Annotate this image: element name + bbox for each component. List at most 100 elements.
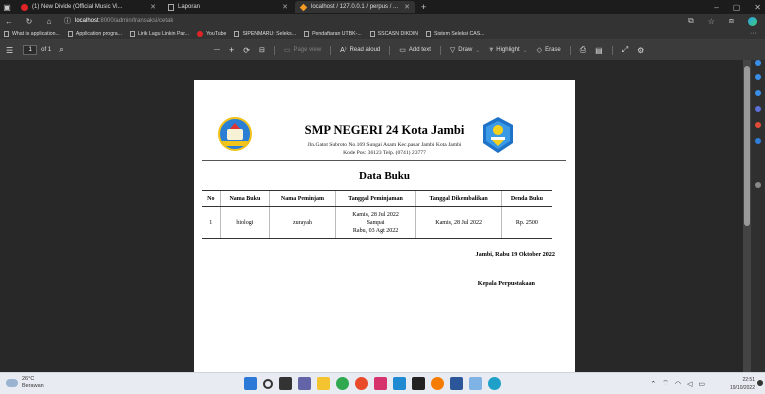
new-tab-button[interactable]: + [421,2,426,12]
home-icon[interactable]: ⌂ [44,17,54,26]
volume-icon[interactable]: ◁ [687,380,692,388]
chevron-down-icon[interactable]: ⌄ [475,47,480,54]
office-sidebar-icon[interactable] [755,122,761,128]
close-icon[interactable]: ✕ [282,3,288,11]
document-icon [426,30,432,37]
system-tray: ⌃ ⌔ ◠ ◁ ▭ [650,379,705,388]
bookmark-item[interactable]: Lirik Lagu Linkin Par... [130,30,189,37]
terminal-icon[interactable] [412,377,425,390]
fit-page-icon[interactable]: ⊟ [259,46,265,54]
extensions-icon[interactable]: ⧈ [729,16,734,26]
taskbar: 26°C Berawan ⌃ ⌔ ◠ ◁ ▭ 22:51 19/10/2022 [0,372,765,394]
bookmark-item[interactable]: YouTube [197,30,226,37]
games-sidebar-icon[interactable] [755,106,761,112]
search-icon[interactable]: ⌕ [59,45,63,55]
paint-icon[interactable] [469,377,482,390]
tab-phpmyadmin[interactable]: localhost / 127.0.0.1 / perpus / ... ✕ [295,1,415,13]
chrome-icon[interactable] [336,377,349,390]
notification-icon[interactable] [757,380,763,386]
bookmark-item[interactable]: SSCASN DIKDIN [369,30,418,37]
page-number-input[interactable]: 1 [23,45,38,55]
bookmarks-bar: What is application... Application progr… [0,28,765,40]
tab-label: Laporan [178,4,201,10]
print-icon[interactable]: ⎙ [580,45,586,55]
divider [273,45,275,55]
bookmark-label: Sistem Seleksi CAS... [434,30,485,37]
highlight-button[interactable]: ⩔ Highlight ⌄ [489,46,527,54]
chat-icon[interactable] [298,377,311,390]
weather-widget[interactable]: 26°C Berawan [6,376,44,390]
battery-icon[interactable]: ▭ [698,380,705,388]
settings-icon[interactable]: ⚙ [637,46,644,55]
bookmarks-more-button[interactable]: ··· [750,30,757,37]
url-field[interactable]: ⓘ localhost:8000/admin/transaksi/cetak [64,16,173,26]
youtube-icon [21,3,28,11]
column-header: Tanggal Dikembalikan [415,190,502,207]
zoom-in-button[interactable]: + [229,45,234,55]
erase-button[interactable]: ◇ Erase [537,46,561,54]
read-aloud-button[interactable]: A⁾ Read aloud [340,46,380,54]
info-icon[interactable]: ⓘ [64,16,71,26]
minimize-button[interactable]: – [714,3,718,12]
maximize-button[interactable]: ▢ [733,3,741,12]
bookmark-item[interactable]: SIPENMARU: Seleks... [234,30,296,37]
weather-desc: Berawan [22,383,44,389]
bookmark-item[interactable]: Pendaftaran UTBK-... [304,30,362,37]
app-icon[interactable] [374,377,387,390]
cell-borrow-date: Kamis, 28 Jul 2022 Sampai Rabu, 03 Agt 2… [334,206,416,239]
divider [439,45,441,55]
document-icon [234,30,240,37]
chevron-up-icon[interactable]: ⌃ [650,380,656,388]
draw-label: Draw [458,47,473,53]
edge-icon[interactable] [488,377,501,390]
tab-actions-button[interactable]: ▣ [0,0,14,14]
save-icon[interactable]: ▤ [595,46,603,55]
vscode-icon[interactable] [393,377,406,390]
wifi-icon[interactable]: ◠ [675,380,681,388]
vertical-scrollbar[interactable] [743,60,751,372]
page-view-button[interactable]: ▭ Page view [284,46,321,54]
scrollbar-thumb[interactable] [744,66,750,226]
draw-button[interactable]: ▽ Draw ⌄ [450,46,480,54]
tab-youtube[interactable]: (1) New Divide (Official Music Vi... ✕ [16,1,161,13]
network-icon[interactable]: ⌔ [662,379,669,388]
collections-icon[interactable]: ⧉ [688,16,694,26]
clock[interactable]: 22:51 19/10/2022 [730,376,755,392]
bookmark-item[interactable]: What is application... [4,30,60,37]
edge-profile-icon[interactable] [748,16,757,26]
fullscreen-icon[interactable]: ⤢ [622,45,628,55]
bookmark-item[interactable]: Sistem Seleksi CAS... [426,30,485,37]
cell-fine: Rp. 2500 [500,206,552,239]
pdf-viewer[interactable]: SMP NEGERI 24 Kota Jambi Jln.Gatot Subro… [0,60,765,372]
tools-sidebar-icon[interactable] [755,90,761,96]
table-header-row: No Nama Buku Nama Peminjam Tanggal Pemin… [202,190,552,207]
file-explorer-icon[interactable] [317,377,330,390]
screen: ▣ (1) New Divide (Official Music Vi... ✕… [0,0,765,394]
zoom-out-button[interactable]: — [214,47,220,53]
tab-label: (1) New Divide (Official Music Vi... [32,4,123,10]
search-icon[interactable] [263,378,273,389]
close-icon[interactable]: ✕ [150,3,156,11]
close-icon[interactable]: ✕ [404,3,410,11]
close-window-button[interactable]: ✕ [754,3,761,12]
refresh-icon[interactable]: ↻ [24,17,34,26]
add-text-button[interactable]: ▭ Add text [399,46,431,54]
search-sidebar-icon[interactable] [755,60,761,66]
rotate-icon[interactable]: ⟳ [243,46,250,55]
windows-start-icon[interactable] [244,377,257,390]
word-icon[interactable] [450,377,463,390]
chevron-down-icon[interactable]: ⌄ [523,47,528,54]
task-view-icon[interactable] [279,377,292,390]
bookmark-item[interactable]: Application progra... [67,30,122,37]
browser-icon[interactable] [355,377,368,390]
outlook-sidebar-icon[interactable] [755,138,761,144]
xampp-icon[interactable] [431,377,444,390]
shopping-sidebar-icon[interactable] [755,74,761,80]
back-icon[interactable]: ← [4,17,14,26]
column-header: Nama Peminjam [269,190,336,207]
favorites-icon[interactable]: ☆ [708,17,715,26]
tab-laporan[interactable]: Laporan ✕ [163,1,293,13]
add-sidebar-icon[interactable] [755,182,761,188]
url-host: localhost [75,18,99,24]
contents-menu-icon[interactable]: ☰ [6,46,13,55]
